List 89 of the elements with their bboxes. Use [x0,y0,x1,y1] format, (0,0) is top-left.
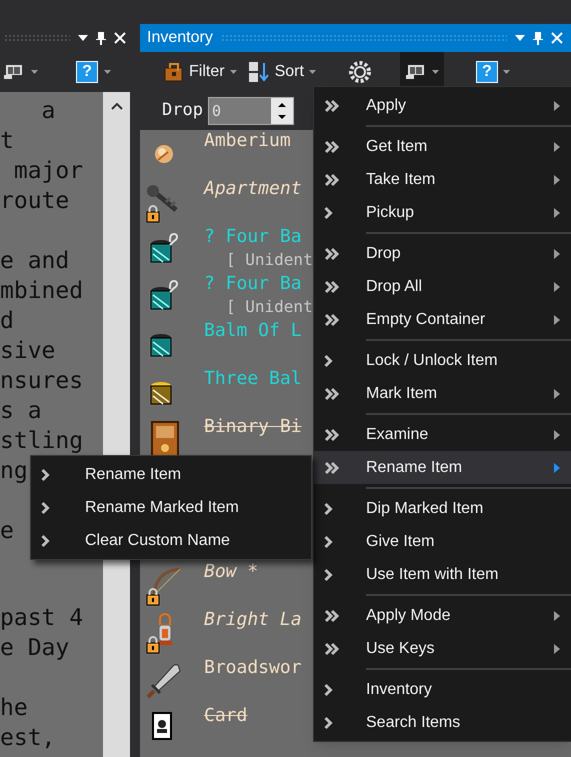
menu-item[interactable]: Apply Mode [314,599,571,632]
double-chevron-icon [324,642,340,656]
menu-item[interactable]: Use Keys [314,632,571,665]
chevron-icon [41,500,50,514]
text-line: est, [0,724,56,753]
menu-item[interactable]: Drop [314,237,571,270]
menu-item[interactable]: Examine [314,418,571,451]
chevron-icon [41,468,50,482]
menu-item[interactable]: Drop All [314,270,571,303]
settings-icon[interactable] [348,60,372,84]
menu-item[interactable]: Mark Item [314,377,571,410]
scroll-up-icon[interactable] [110,102,122,110]
chevron-icon [324,568,333,582]
text-line: nsures [0,367,84,396]
text-line: e [0,517,14,546]
menu-item[interactable]: Dip Marked Item [314,492,571,525]
menu-item[interactable]: Apply [314,89,571,122]
text-line: s a [0,397,42,426]
text-line: t [0,127,14,156]
item-name[interactable]: Card [204,705,248,727]
drop-value: 0 [210,100,222,122]
sort-icon[interactable] [248,61,270,83]
caret-icon[interactable] [502,70,510,74]
sort-button[interactable]: Sort [274,60,304,84]
text-line: he [0,694,28,723]
item-name[interactable]: Bright La [204,609,302,631]
panel-title: Inventory [147,28,213,48]
dropdown-icon[interactable] [78,35,88,41]
text-line: ng [0,457,28,486]
menu-item[interactable]: Search Items [314,706,571,739]
caret-icon[interactable] [230,70,237,74]
item-name[interactable]: Bow * [204,561,258,583]
item-detail: [ Unident [226,249,313,271]
double-chevron-icon [324,312,340,326]
menu-item[interactable]: Take Item [314,163,571,196]
text-line: e Day [0,634,70,663]
double-chevron-icon [324,428,340,442]
bag-icon[interactable] [162,61,184,83]
double-chevron-icon [324,172,340,186]
double-chevron-icon [324,140,340,154]
menu-item[interactable]: Give Item [314,525,571,558]
grip [4,34,70,42]
item-detail: [ Unident [226,296,313,318]
caret-icon[interactable] [308,70,316,74]
chevron-icon [324,502,333,516]
double-chevron-icon [324,608,340,622]
item-name[interactable]: Amberium [204,130,291,152]
double-chevron-icon [324,246,340,260]
drop-label: Drop [162,99,203,122]
menu-item[interactable]: Get Item [314,130,571,163]
chevron-icon [324,716,333,730]
chevron-icon [324,354,333,368]
item-name[interactable]: Binary Bi [204,416,302,438]
menu-item[interactable]: Pickup [314,196,571,229]
pin-icon[interactable] [96,31,106,45]
caret-icon[interactable] [31,70,38,74]
double-chevron-icon [324,386,340,400]
chevron-icon [324,682,333,696]
text-line: major [12,157,84,186]
chevron-icon [324,534,333,548]
display-icon[interactable] [3,64,25,80]
item-name[interactable]: Apartment [204,178,302,200]
close-icon[interactable] [114,32,126,44]
text-line: mbined [0,277,84,306]
menu-item[interactable]: Use Item with Item [314,558,571,591]
text-line: d [0,307,14,336]
menu-item[interactable]: Clear Custom Name [31,524,311,557]
chevron-icon [41,534,50,548]
filter-button[interactable]: Filter [189,60,225,84]
double-chevron-icon [324,280,340,294]
double-chevron-icon [324,98,340,112]
item-name[interactable]: Broadswor [204,657,302,679]
menu-item[interactable]: Rename Item [31,458,311,491]
menu-item[interactable]: Lock / Unlock Item [314,344,571,377]
double-chevron-icon [324,460,340,474]
text-line: past 4 [0,604,84,633]
text-line: route [0,187,70,216]
menu-item[interactable]: Rename Item [314,451,571,484]
menu-item[interactable]: Inventory [314,673,571,706]
menu-item[interactable]: Empty Container [314,303,571,336]
text-line: stling [0,427,84,456]
text-line: a [40,97,56,126]
menu-item[interactable]: Rename Marked Item [31,491,311,524]
display-icon [404,64,427,80]
text-line: e and [0,247,70,276]
caret-icon[interactable] [104,70,111,74]
caret-icon [432,70,439,74]
chevron-icon [324,206,333,220]
text-line: sive [0,337,56,366]
